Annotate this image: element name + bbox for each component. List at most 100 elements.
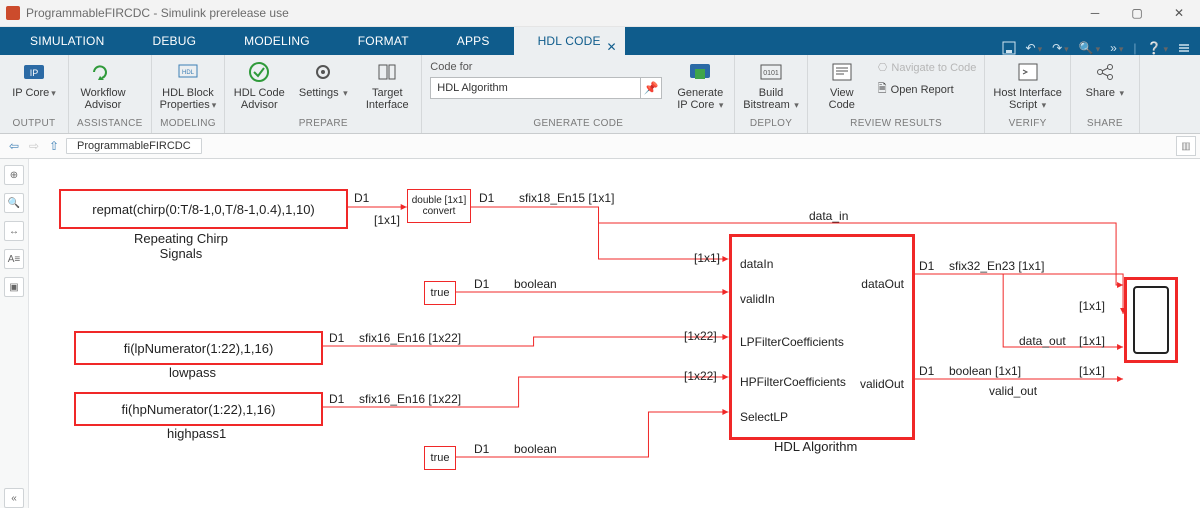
sig-dataout-type: sfix32_En23 [1x1] — [949, 259, 1044, 273]
redo-icon[interactable]: ↷▾ — [1052, 41, 1069, 55]
sig-data-out-dim: [1x1] — [1079, 334, 1105, 348]
report-icon: 🗎 — [878, 80, 887, 99]
group-verify: Host Interface Script ▾ VERIFY — [985, 55, 1070, 133]
palette-bottom-icon[interactable]: « — [4, 488, 24, 508]
sig-chirp-dim: [1x1] — [374, 213, 400, 227]
sig-data-in: data_in — [809, 209, 848, 223]
title-bar: ProgrammableFIRCDC - Simulink prerelease… — [0, 0, 1200, 27]
overflow-icon[interactable]: »▾ — [1110, 41, 1123, 55]
tab-simulation[interactable]: SIMULATION — [6, 27, 128, 55]
sig-dataout-dim: [1x1] — [1079, 299, 1105, 313]
help-icon[interactable]: ❔▾ — [1147, 41, 1168, 55]
palette-annotate-icon[interactable]: A≡ — [4, 249, 24, 269]
host-interface-script-button[interactable]: Host Interface Script ▾ — [993, 59, 1061, 111]
group-assistance: Workflow Advisor ASSISTANCE — [69, 55, 152, 133]
ip-core-button[interactable]: IP IP Core▾ — [8, 59, 60, 99]
port-dataout: dataOut — [861, 277, 904, 291]
sig-true2-d1: D1 — [474, 442, 489, 456]
nav-fwd-icon: ⇨ — [24, 136, 44, 156]
block-true-1[interactable]: true — [424, 281, 456, 305]
workspace: ⊕ 🔍 ↔ A≡ ▣ « — [0, 159, 1200, 508]
nav-back-icon[interactable]: ⇦ — [4, 136, 24, 156]
label-repeating-chirp: Repeating Chirp Signals — [134, 231, 228, 261]
svg-text:HDL: HDL — [182, 70, 195, 76]
open-report-button[interactable]: 🗎 Open Report — [878, 80, 977, 99]
tab-modeling[interactable]: MODELING — [220, 27, 334, 55]
app-icon — [6, 6, 20, 20]
palette: ⊕ 🔍 ↔ A≡ ▣ « — [0, 159, 29, 508]
block-true-2[interactable]: true — [424, 446, 456, 470]
tab-apps[interactable]: APPS — [433, 27, 514, 55]
target-interface-button[interactable]: Target Interface — [361, 59, 413, 111]
close-button[interactable]: ✕ — [1158, 0, 1200, 26]
block-repeating-chirp[interactable]: repmat(chirp(0:T/8-1,0,T/8-1,0.4),1,10) — [59, 189, 348, 229]
menu-icon[interactable] — [1178, 42, 1190, 54]
workflow-advisor-button[interactable]: Workflow Advisor — [77, 59, 129, 111]
svg-text:IP: IP — [30, 68, 39, 78]
block-highpass[interactable]: fi(hpNumerator(1:22),1,16) — [74, 392, 323, 426]
maximize-button[interactable]: ▢ — [1116, 0, 1158, 26]
quick-access-toolbar: ↶▾ ↷▾ 🔍▾ »▾ | ❔▾ — [1002, 41, 1200, 55]
sig-dataout-d1: D1 — [919, 259, 934, 273]
palette-zoom-icon[interactable]: 🔍 — [4, 193, 24, 213]
label-highpass: highpass1 — [167, 426, 226, 441]
palette-fit-icon[interactable]: ↔ — [4, 221, 24, 241]
hdl-code-advisor-button[interactable]: HDL Code Advisor — [233, 59, 285, 111]
minimize-button[interactable]: ─ — [1074, 0, 1116, 26]
close-icon[interactable]: ✕ — [606, 33, 616, 61]
window-controls: ─ ▢ ✕ — [1074, 0, 1200, 26]
label-hdl-algorithm: HDL Algorithm — [774, 439, 857, 454]
sig-validout-dim: [1x1] — [1079, 364, 1105, 378]
search-icon[interactable]: 🔍▾ — [1079, 41, 1100, 55]
sig-true1-d1: D1 — [474, 277, 489, 291]
breadcrumb-model[interactable]: ProgrammableFIRCDC — [66, 138, 202, 154]
sig-convert-d1: D1 — [479, 191, 494, 205]
code-for: Code for 📌 — [430, 59, 662, 99]
generate-ip-core-button[interactable]: Generate IP Core ▾ — [674, 59, 726, 111]
port-lp: LPFilterCoefficients — [740, 335, 844, 349]
pin-icon[interactable]: 📌 — [640, 78, 661, 98]
tabstrip: SIMULATION DEBUG MODELING FORMAT APPS HD… — [0, 27, 1200, 55]
view-code-button[interactable]: View Code — [816, 59, 868, 111]
svg-text:0101: 0101 — [763, 70, 779, 77]
canvas[interactable]: repmat(chirp(0:T/8-1,0,T/8-1,0.4),1,10) … — [29, 159, 1200, 508]
port-datain: dataIn — [740, 257, 773, 271]
sig-convert-out: sfix18_En15 [1x1] — [519, 191, 614, 205]
share-button[interactable]: Share ▾ — [1079, 59, 1131, 99]
explorer-pin-icon[interactable]: ▥ — [1176, 136, 1196, 156]
group-generate-code: Code for 📌 Generate IP Core ▾ GENERATE C… — [422, 55, 735, 133]
block-lowpass[interactable]: fi(lpNumerator(1:22),1,16) — [74, 331, 323, 365]
code-for-input[interactable] — [431, 82, 640, 94]
settings-button[interactable]: Settings ▾ — [297, 59, 349, 99]
palette-nav-icon[interactable]: ⊕ — [4, 165, 24, 185]
block-scope[interactable] — [1124, 277, 1178, 363]
port-hp-dim: [1x22] — [684, 369, 717, 383]
sig-lp-d1: D1 — [329, 331, 344, 345]
group-deploy: 0101 Build Bitstream ▾ DEPLOY — [735, 55, 808, 133]
block-convert[interactable]: double [1x1] convert — [407, 189, 471, 223]
tab-format[interactable]: FORMAT — [334, 27, 433, 55]
sig-chirp-d1: D1 — [354, 191, 369, 205]
sig-lp: sfix16_En16 [1x22] — [359, 331, 461, 345]
sig-validout-type: boolean [1x1] — [949, 364, 1021, 378]
tab-hdl-code[interactable]: HDL CODE ✕ — [514, 27, 625, 55]
window-title: ProgrammableFIRCDC - Simulink prerelease… — [26, 6, 289, 20]
gear-icon — [310, 59, 336, 85]
port-validout: validOut — [860, 377, 904, 391]
navigate-icon: ⎔ — [878, 61, 888, 74]
tab-debug[interactable]: DEBUG — [128, 27, 220, 55]
hdl-block-properties-button[interactable]: HDL HDL Block Properties▾ — [160, 59, 217, 111]
palette-image-icon[interactable]: ▣ — [4, 277, 24, 297]
group-modeling: HDL HDL Block Properties▾ MODELING — [152, 55, 226, 133]
save-icon[interactable] — [1002, 41, 1016, 55]
undo-icon[interactable]: ↶▾ — [1026, 41, 1043, 55]
sig-true2: boolean — [514, 442, 557, 456]
scope-screen — [1133, 286, 1169, 354]
share-icon — [1092, 59, 1118, 85]
port-validin: validIn — [740, 292, 775, 306]
block-hdl-algorithm[interactable]: dataIn validIn LPFilterCoefficients HPFi… — [729, 234, 915, 440]
build-bitstream-button[interactable]: 0101 Build Bitstream ▾ — [743, 59, 799, 111]
sig-validout-d1: D1 — [919, 364, 934, 378]
nav-up-icon[interactable]: ⇧ — [44, 136, 64, 156]
port-sel: SelectLP — [740, 410, 788, 424]
